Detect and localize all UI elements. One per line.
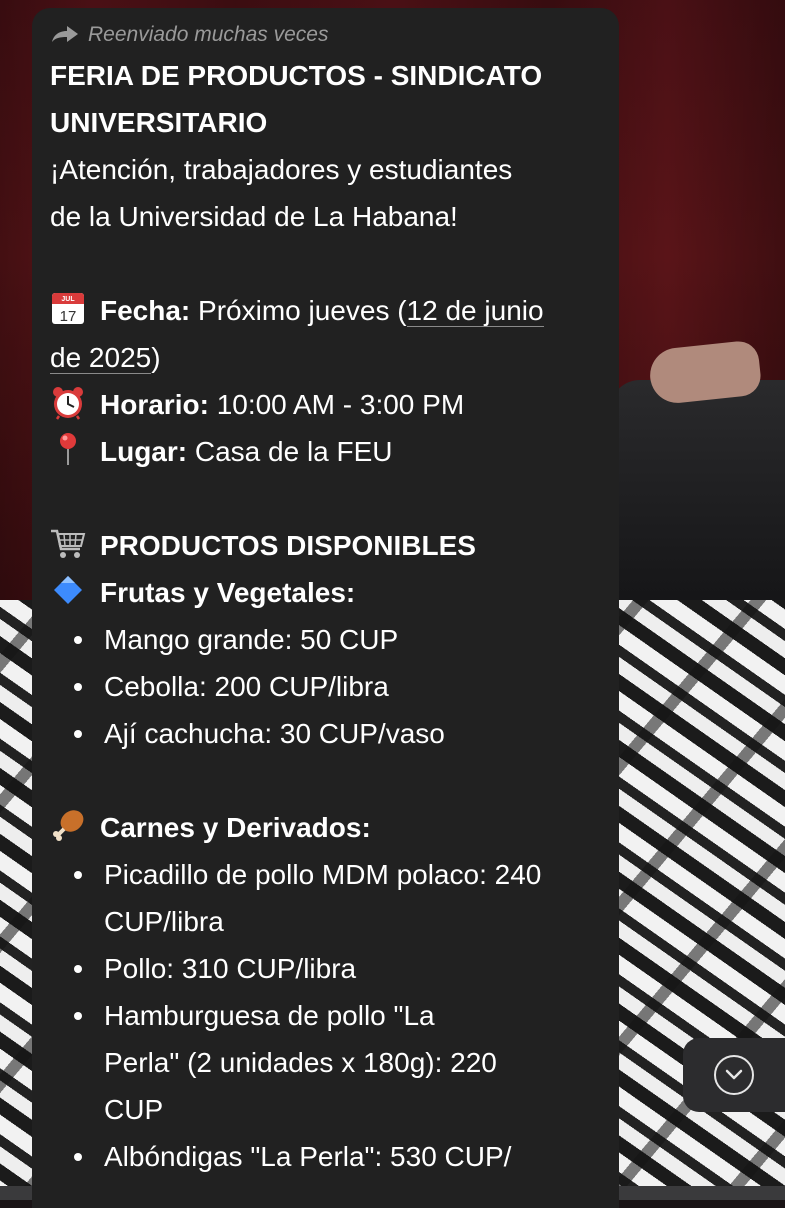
forwarded-label: Reenviado muchas veces [88, 23, 329, 46]
list-item: Cebolla: 200 CUP/libra [50, 663, 619, 710]
fecha-date-link[interactable]: 12 de junio [406, 295, 544, 327]
list-item: Mango grande: 50 CUP [50, 616, 619, 663]
horario-value: 10:00 AM - 3:00 PM [216, 389, 465, 420]
list-item: Pollo: 310 CUP/libra [50, 945, 619, 992]
svg-text:JUL: JUL [61, 296, 75, 303]
frutas-list: Mango grande: 50 CUP Cebolla: 200 CUP/li… [50, 616, 619, 757]
alarm-clock-icon [53, 387, 83, 420]
list-item: Albóndigas "La Perla": 530 CUP/ [50, 1133, 619, 1180]
forwarded-header: Reenviado muchas veces [50, 22, 619, 48]
list-item: Hamburguesa de pollo "La Perla" (2 unidad… [50, 992, 619, 1133]
poultry-leg-icon [53, 810, 84, 841]
pin-icon [60, 433, 76, 465]
products-heading: PRODUCTOS DISPONIBLES [50, 522, 619, 569]
fecha-date-link-cont[interactable]: de 2025 [50, 342, 152, 374]
fecha-suffix: ) [151, 342, 161, 373]
horario-label: Horario: [100, 389, 209, 420]
carnes-list: Picadillo de pollo MDM polaco: 240 CUP/li… [50, 851, 619, 1180]
fecha-prefix: Próximo jueves ( [198, 295, 407, 326]
calendar-icon: JUL 17 [52, 293, 84, 325]
intro-line2: de la Universidad de La Habana! [50, 201, 458, 232]
message-bubble[interactable]: Reenviado muchas veces FERIA DE PRODUCTO… [32, 8, 619, 1208]
svg-text:17: 17 [60, 308, 77, 325]
forward-arrow-icon [52, 26, 78, 42]
list-item: Picadillo de pollo MDM polaco: 240 CUP/li… [50, 851, 619, 945]
message-title-line2: UNIVERSITARIO [50, 107, 268, 138]
fecha-label: Fecha: [100, 295, 191, 326]
lugar-row: Lugar: Casa de la FEU [50, 428, 619, 475]
horario-row: Horario: 10:00 AM - 3:00 PM [50, 381, 619, 428]
carnes-heading-text: Carnes y Derivados: [100, 812, 371, 843]
intro-line1: ¡Atención, trabajadores y estudiantes [50, 154, 513, 185]
list-item: Ají cachucha: 30 CUP/vaso [50, 710, 619, 757]
frutas-heading-text: Frutas y Vegetales: [100, 577, 356, 608]
lugar-value: Casa de la FEU [194, 436, 393, 467]
cart-icon [51, 529, 86, 558]
chevron-down-circle-icon [714, 1055, 754, 1095]
chevron-down-icon [725, 1069, 743, 1080]
message-title-line1: FERIA DE PRODUCTOS - SINDICATO [50, 60, 543, 91]
fecha-row: JUL 17 Fecha: Próximo jueves (12 de juni… [50, 287, 619, 334]
products-heading-text: PRODUCTOS DISPONIBLES [100, 530, 476, 561]
frutas-heading: Frutas y Vegetales: [50, 569, 619, 616]
fecha-row-cont: de 2025) [50, 334, 619, 381]
scroll-down-button[interactable] [683, 1038, 785, 1112]
carnes-heading: Carnes y Derivados: [50, 804, 619, 851]
blue-diamond-icon [54, 576, 82, 604]
lugar-label: Lugar: [100, 436, 188, 467]
